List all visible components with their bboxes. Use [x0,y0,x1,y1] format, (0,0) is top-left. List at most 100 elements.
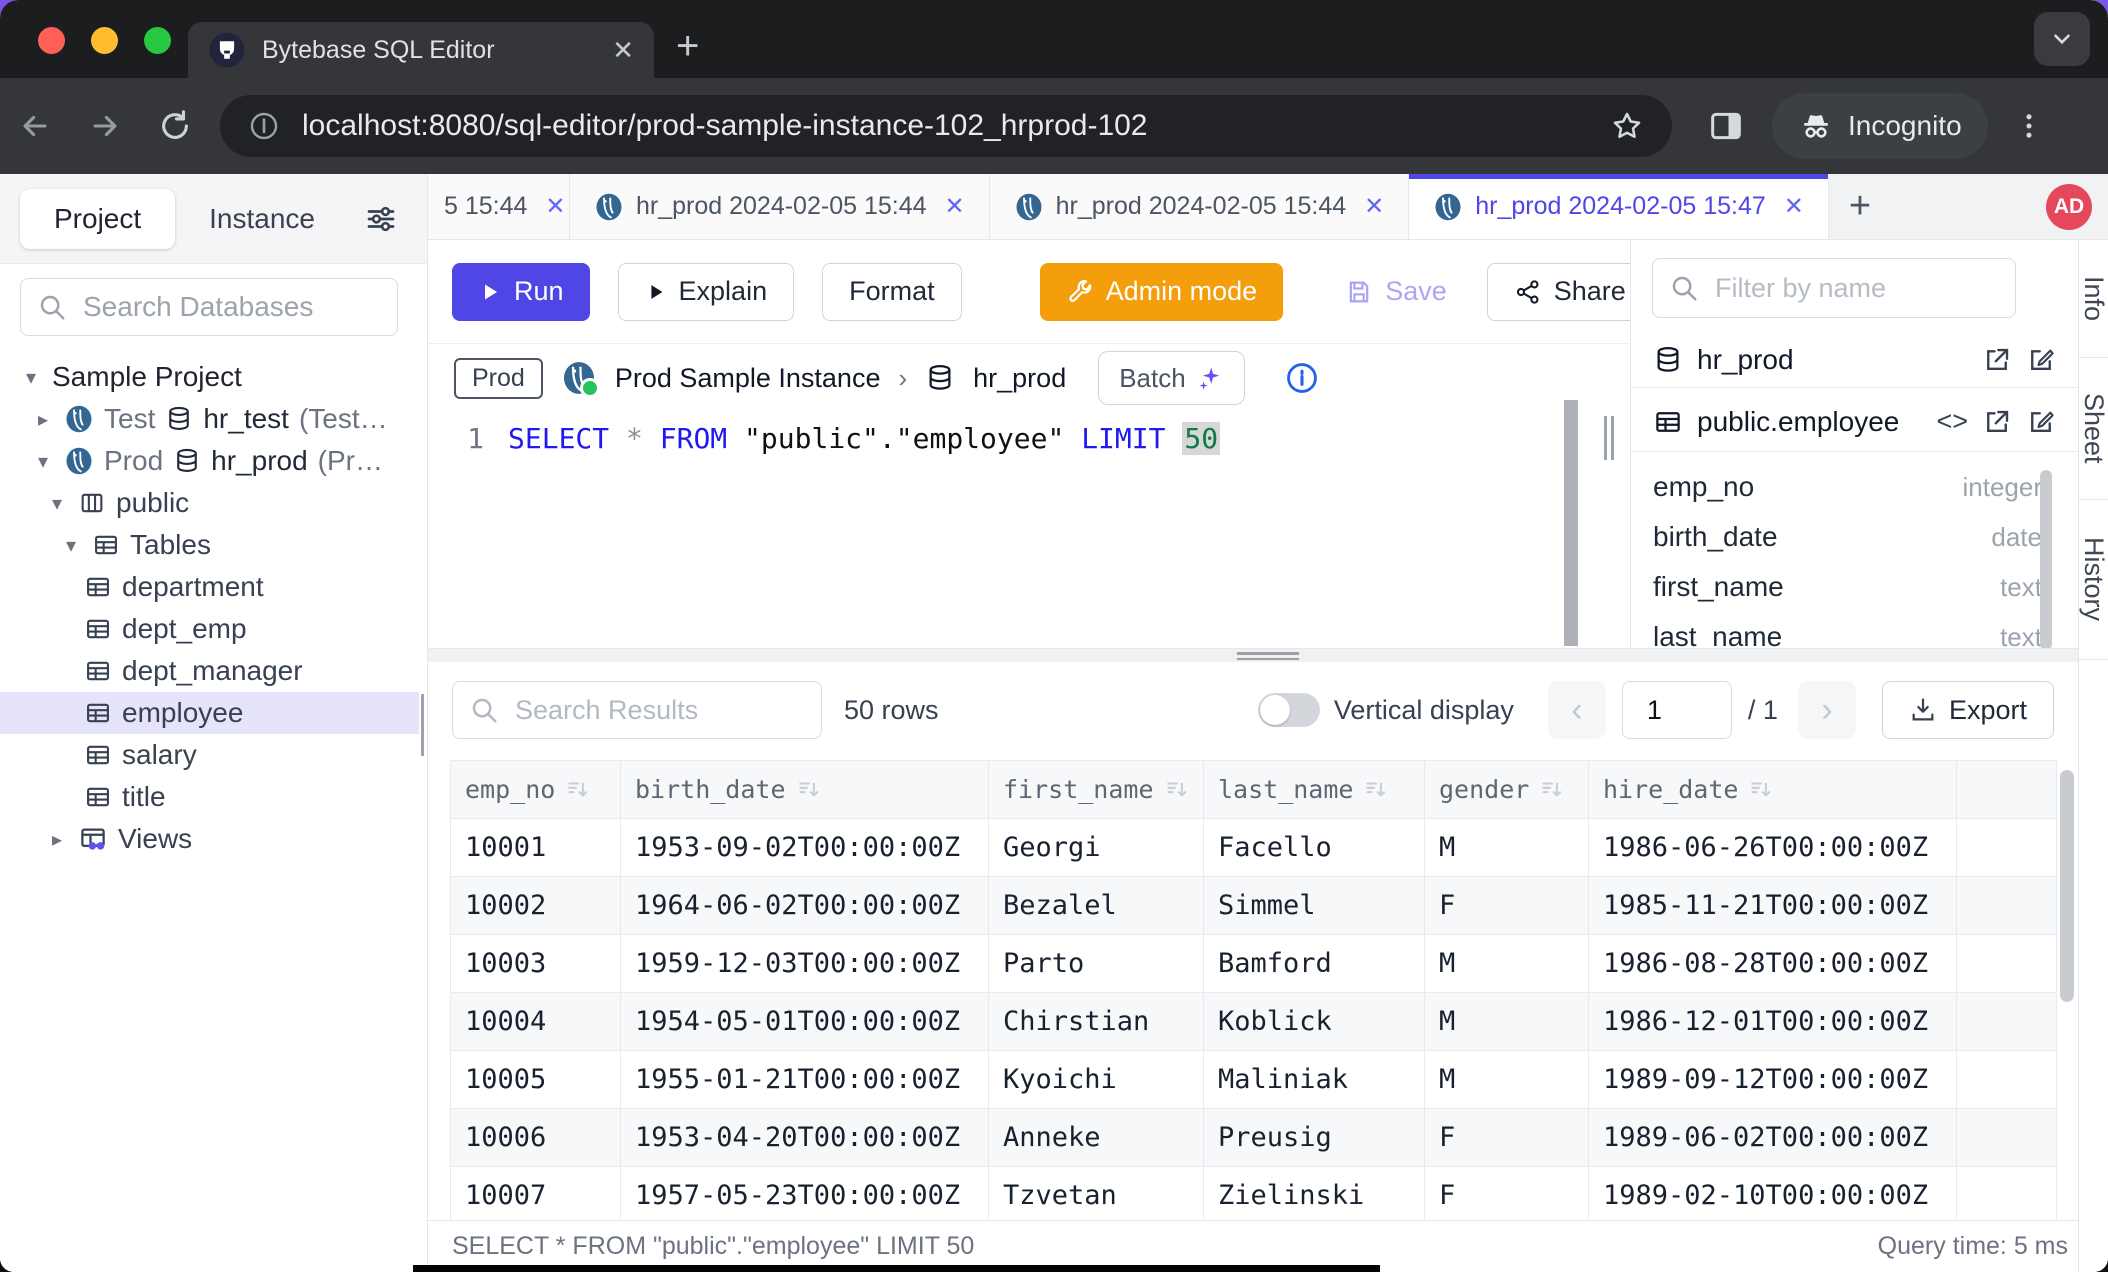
database-name[interactable]: hr_prod [973,363,1066,394]
tree-node-hr-prod[interactable]: ▾ Prod hr_prod (Pr… [0,440,427,482]
cell-hire-date[interactable]: 1989-02-10T00:00:00Z [1589,1167,1957,1225]
cell-emp-no[interactable]: 10002 [451,877,621,935]
tab-project[interactable]: Project [20,189,175,249]
results-header-cell[interactable]: hire_date [1589,761,1957,819]
sort-icon[interactable] [1748,777,1774,803]
tree-node-table[interactable]: department [0,566,427,608]
editor-scrollbar[interactable] [1564,400,1578,646]
tree-node-tables-group[interactable]: ▾ Tables [0,524,427,566]
results-row[interactable]: 10002 1964-06-02T00:00:00Z Bezalel Simme… [451,877,2057,935]
worksheet-tab-close-icon[interactable]: ✕ [1364,192,1384,221]
cell-emp-no[interactable]: 10001 [451,819,621,877]
cell-first-name[interactable]: Tzvetan [989,1167,1204,1225]
cell-first-name[interactable]: Anneke [989,1109,1204,1167]
schema-table-row[interactable]: public.employee <> [1631,392,2078,452]
cell-hire-date[interactable]: 1989-09-12T00:00:00Z [1589,1051,1957,1109]
tree-node-table[interactable]: dept_manager [0,650,427,692]
cell-birth-date[interactable]: 1953-09-02T00:00:00Z [621,819,989,877]
cell-last-name[interactable]: Simmel [1204,877,1425,935]
cell-gender[interactable]: M [1425,993,1589,1051]
tree-node-table[interactable]: dept_emp [0,608,427,650]
save-button[interactable]: Save [1329,263,1463,321]
cell-gender[interactable]: M [1425,935,1589,993]
cell-birth-date[interactable]: 1957-05-23T00:00:00Z [621,1167,989,1225]
column-row[interactable]: birth_date date [1631,512,2078,562]
side-tab[interactable]: Sheet [2079,358,2108,500]
side-tab[interactable]: History [2079,500,2108,660]
cell-emp-no[interactable]: 10003 [451,935,621,993]
schema-scrollbar[interactable] [2040,470,2052,648]
cell-first-name[interactable]: Bezalel [989,877,1204,935]
tree-node-project[interactable]: ▾ Sample Project [0,356,427,398]
results-scrollbar[interactable] [2060,770,2074,1002]
minimize-window-button[interactable] [91,27,118,54]
new-worksheet-button[interactable]: + [1829,174,1891,239]
sort-icon[interactable] [796,777,822,803]
site-info-icon[interactable] [248,110,280,142]
cell-last-name[interactable]: Zielinski [1204,1167,1425,1225]
tree-node-table[interactable]: salary [0,734,427,776]
tree-node-schema-public[interactable]: ▾ public [0,482,427,524]
page-input[interactable] [1622,681,1732,739]
results-header-cell[interactable]: first_name [989,761,1204,819]
worksheet-tab[interactable]: hr_prod 2024-02-05 15:44 ✕ [570,174,990,239]
forward-button[interactable] [70,109,140,143]
cell-last-name[interactable]: Preusig [1204,1109,1425,1167]
schema-database-row[interactable]: hr_prod [1631,332,2078,388]
tree-node-views-group[interactable]: ▸ Views [0,818,427,860]
schema-filter[interactable] [1652,258,2016,318]
caret-right-icon[interactable]: ▸ [46,827,68,852]
cell-first-name[interactable]: Parto [989,935,1204,993]
results-header-cell[interactable]: last_name [1204,761,1425,819]
sql-editor-line[interactable]: 1 SELECT * FROM "public"."employee" LIMI… [428,422,1630,455]
new-tab-button[interactable]: + [676,24,699,69]
cell-birth-date[interactable]: 1964-06-02T00:00:00Z [621,877,989,935]
tab-search-button[interactable] [2034,12,2090,66]
worksheet-tab-close-icon[interactable]: ✕ [545,192,565,221]
worksheet-tab[interactable]: 5 15:44 ✕ [428,174,570,239]
results-row[interactable]: 10006 1953-04-20T00:00:00Z Anneke Preusi… [451,1109,2057,1167]
cell-birth-date[interactable]: 1953-04-20T00:00:00Z [621,1109,989,1167]
next-page-button[interactable]: › [1798,681,1856,739]
run-button[interactable]: Run [452,263,590,321]
cell-hire-date[interactable]: 1986-06-26T00:00:00Z [1589,819,1957,877]
split-drag-grip[interactable] [1237,652,1299,660]
results-row[interactable]: 10005 1955-01-21T00:00:00Z Kyoichi Malin… [451,1051,2057,1109]
results-row[interactable]: 10001 1953-09-02T00:00:00Z Georgi Facell… [451,819,2057,877]
results-search[interactable] [452,681,822,739]
cell-birth-date[interactable]: 1954-05-01T00:00:00Z [621,993,989,1051]
info-circle-icon[interactable] [1285,361,1319,395]
browser-tab[interactable]: Bytebase SQL Editor ✕ [188,22,654,78]
cell-birth-date[interactable]: 1959-12-03T00:00:00Z [621,935,989,993]
address-bar[interactable]: localhost:8080/sql-editor/prod-sample-in… [220,95,1672,157]
results-header-cell[interactable]: emp_no [451,761,621,819]
horizontal-split-divider[interactable] [428,648,2078,662]
worksheet-tab[interactable]: hr_prod 2024-02-05 15:47 ✕ [1409,174,1829,239]
sidebar-settings-button[interactable] [363,201,399,237]
column-row[interactable]: first_name text [1631,562,2078,612]
cell-gender[interactable]: M [1425,1051,1589,1109]
sort-icon[interactable] [1164,777,1190,803]
database-search-input[interactable] [81,290,381,324]
schema-filter-input[interactable] [1713,272,1999,305]
batch-button[interactable]: Batch [1098,351,1245,405]
caret-right-icon[interactable]: ▸ [32,407,54,432]
macos-traffic-lights[interactable] [38,27,171,54]
browser-menu-button[interactable] [2012,109,2046,143]
panel-resize-handle[interactable] [1604,416,1614,460]
cell-last-name[interactable]: Maliniak [1204,1051,1425,1109]
cell-hire-date[interactable]: 1986-12-01T00:00:00Z [1589,993,1957,1051]
cell-first-name[interactable]: Kyoichi [989,1051,1204,1109]
tab-instance[interactable]: Instance [175,189,349,249]
results-header-cell[interactable]: birth_date [621,761,989,819]
worksheet-tab[interactable]: hr_prod 2024-02-05 15:44 ✕ [990,174,1410,239]
cell-gender[interactable]: F [1425,1109,1589,1167]
cell-first-name[interactable]: Georgi [989,819,1204,877]
back-button[interactable] [0,109,70,143]
tree-node-table[interactable]: title [0,776,427,818]
maximize-window-button[interactable] [144,27,171,54]
side-tab[interactable]: Info [2079,240,2108,358]
browser-tab-close-icon[interactable]: ✕ [612,35,634,66]
cell-emp-no[interactable]: 10005 [451,1051,621,1109]
results-row[interactable]: 10004 1954-05-01T00:00:00Z Chirstian Kob… [451,993,2057,1051]
